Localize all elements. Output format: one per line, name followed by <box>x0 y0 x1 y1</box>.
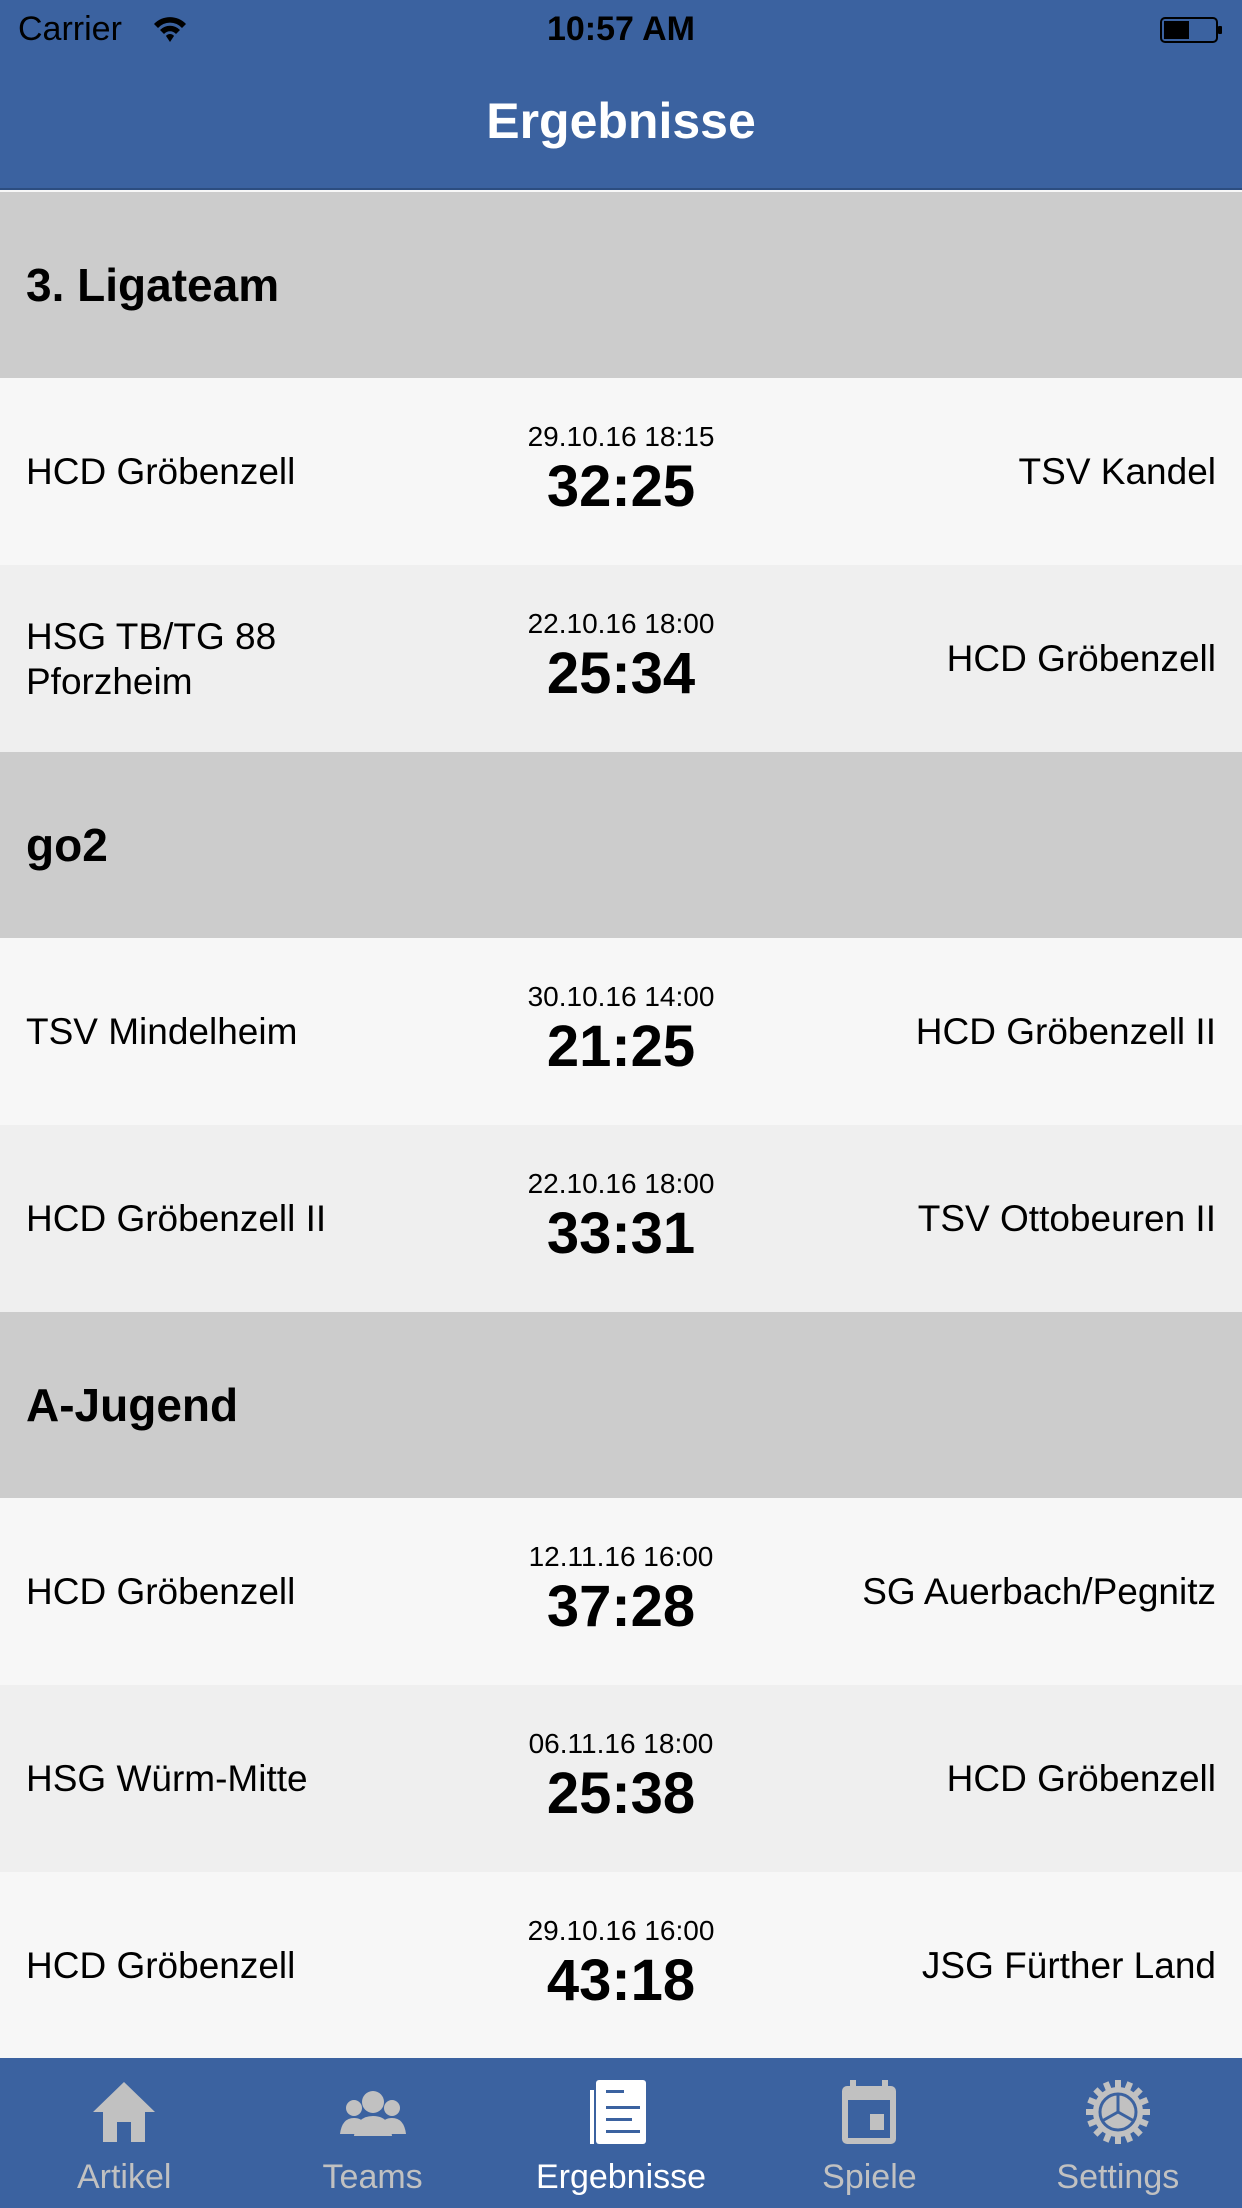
game-row[interactable]: HCD Gröbenzell 12.11.16 16:00 37:28 SG Auer… <box>0 1498 1242 1685</box>
away-team: TSV Kandel <box>1018 451 1216 492</box>
tab-label: Settings <box>1056 2158 1180 2196</box>
tab-teams[interactable]: Teams <box>248 2058 496 2208</box>
home-team: HSG TB/TG 88 Pforzheim <box>26 615 277 702</box>
tab-label: Spiele <box>822 2158 917 2196</box>
tab-bar: Artikel Teams Ergebnisse Spiele Settings <box>0 2058 1242 2208</box>
people-icon <box>338 2080 408 2144</box>
status-bar: Carrier 10:57 AM <box>0 0 1242 60</box>
home-team: HCD Gröbenzell <box>26 451 296 492</box>
away-team: SG Auerbach/Pegnitz <box>862 1571 1216 1612</box>
document-icon <box>586 2080 656 2144</box>
home-team: HCD Gröbenzell II <box>26 1198 327 1239</box>
navigation-bar: Carrier 10:57 AM Ergebnisse <box>0 0 1242 190</box>
game-row[interactable]: HSG Würm-Mitte 06.11.16 18:00 25:38 HCD Grö… <box>0 1685 1242 1872</box>
tab-spiele[interactable]: Spiele <box>745 2058 993 2208</box>
home-team: HCD Gröbenzell <box>26 1571 296 1612</box>
tab-label: Artikel <box>76 2158 172 2196</box>
away-team: HCD Gröbenzell <box>946 638 1216 679</box>
away-team: HCD Gröbenzell <box>946 1758 1216 1799</box>
tab-label: Ergebnisse <box>535 2158 707 2196</box>
section-header: A-Jugend <box>0 1312 1242 1498</box>
game-row[interactable]: HCD Gröbenzell II 22.10.16 18:00 33:31 TSV … <box>0 1125 1242 1312</box>
away-team: JSG Fürther Land <box>921 1945 1216 1986</box>
game-row[interactable]: TSV Mindelheim 30.10.16 14:00 21:25 HCD Grö… <box>0 938 1242 1125</box>
tab-settings[interactable]: Settings <box>994 2058 1242 2208</box>
section-header: 3. Ligateam <box>0 192 1242 378</box>
home-team: HSG Würm-Mitte <box>26 1758 308 1799</box>
tab-artikel[interactable]: Artikel <box>0 2058 248 2208</box>
game-row[interactable]: HCD Gröbenzell 29.10.16 16:00 43:18 JSG Für… <box>0 1872 1242 2059</box>
results-list: 3. Ligateam HCD Gröbenzell 29.10.16 18:15 3… <box>0 192 1242 2059</box>
home-team: TSV Mindelheim <box>26 1011 298 1052</box>
home-icon <box>89 2080 159 2144</box>
gear-icon <box>1083 2080 1153 2144</box>
game-row[interactable]: HSG TB/TG 88 Pforzheim 22.10.16 18:00 25:3… <box>0 565 1242 752</box>
home-team: HCD Gröbenzell <box>26 1945 296 1986</box>
page-title: Ergebnisse <box>486 93 756 149</box>
calendar-icon <box>834 2080 904 2144</box>
tab-ergebnisse[interactable]: Ergebnisse <box>497 2058 745 2208</box>
battery-icon <box>1160 17 1222 43</box>
section-header: go2 <box>0 752 1242 938</box>
status-time: 10:57 AM <box>546 10 696 48</box>
away-team: TSV Ottobeuren II <box>917 1198 1216 1239</box>
tab-label: Teams <box>322 2158 423 2196</box>
game-row[interactable]: HCD Gröbenzell 29.10.16 18:15 32:25 TSV Kan… <box>0 378 1242 565</box>
away-team: HCD Gröbenzell II <box>915 1011 1216 1052</box>
